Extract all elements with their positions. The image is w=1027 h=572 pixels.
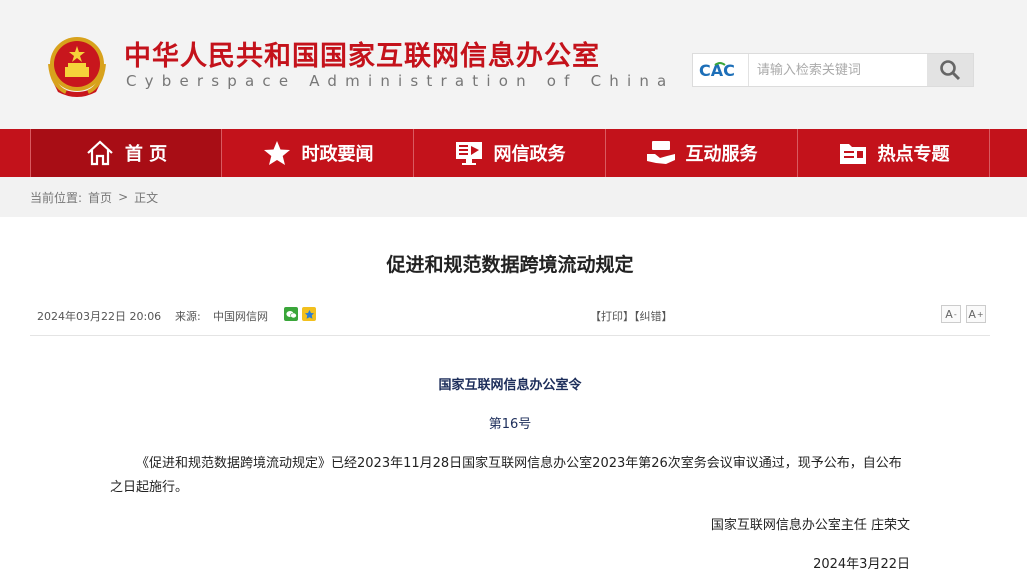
article-paragraph: 《促进和规范数据跨境流动规定》已经2023年11月28日国家互联网信息办公室20… xyxy=(110,456,902,495)
qzone-share-icon[interactable] xyxy=(302,307,316,321)
breadcrumb: 当前位置: 首页 > 正文 xyxy=(0,177,1027,217)
nav-item-label: 热点专题 xyxy=(877,144,950,165)
font-increase-button[interactable]: A + xyxy=(966,305,986,323)
order-heading: 国家互联网信息办公室令 xyxy=(438,378,582,393)
search-icon xyxy=(940,60,960,81)
font-decrease-label: A xyxy=(945,307,953,321)
search-button[interactable] xyxy=(926,54,973,86)
publish-date: 2024年03月22日 20:06 xyxy=(37,310,162,323)
search-input[interactable] xyxy=(748,54,927,86)
breadcrumb-label: 当前位置: xyxy=(30,190,83,205)
font-decrease-button[interactable]: A- xyxy=(941,305,961,323)
font-increase-label: A xyxy=(968,307,976,321)
cac-logo: CAC xyxy=(693,54,749,86)
nav-item-news[interactable]: 时政要闻 xyxy=(222,129,414,177)
nav-item-label: 时政要闻 xyxy=(301,144,374,165)
error-report-link[interactable]: 【纠错】 xyxy=(634,310,673,323)
article-title: 促进和规范数据跨境流动规定 xyxy=(386,254,634,276)
article-actions: 【打印】【纠错】 xyxy=(590,308,673,324)
source-label: 来源: xyxy=(175,310,201,323)
nav-item-services[interactable]: 互动服务 xyxy=(606,129,798,177)
breadcrumb-separator: > xyxy=(118,190,129,204)
nav-item-affairs[interactable]: 网信政务 xyxy=(414,129,606,177)
order-number: 第16号 xyxy=(488,417,532,432)
nav-item-label: 首 页 xyxy=(124,144,168,165)
article-meta: 2024年03月22日 20:06 来源: 中国网信网 【打印】【纠错】 A- … xyxy=(30,304,990,336)
nav-item-home[interactable]: 首 页 xyxy=(30,129,222,177)
monitor-icon xyxy=(454,138,484,168)
site-title: 中华人民共和国国家互联网信息办公室 xyxy=(124,41,600,72)
site-header: 中华人民共和国国家互联网信息办公室 Cyberspace Administrat… xyxy=(0,0,1027,129)
site-subtitle: Cyberspace Administration of China xyxy=(126,72,675,90)
breadcrumb-home-link[interactable]: 首页 xyxy=(88,189,112,206)
signature: 国家互联网信息办公室主任 庄荣文 xyxy=(710,518,910,533)
home-icon xyxy=(85,138,115,168)
star-icon xyxy=(262,138,292,168)
breadcrumb-current: 正文 xyxy=(134,190,159,205)
national-emblem-icon xyxy=(48,37,106,97)
nav-item-label: 网信政务 xyxy=(493,144,566,165)
nav-item-label: 互动服务 xyxy=(685,144,758,165)
main-nav: 首 页 时政要闻 网信政务 互动服务 热点专题 xyxy=(0,129,1027,177)
wechat-share-icon[interactable] xyxy=(284,307,298,321)
handshake-icon xyxy=(646,138,676,168)
nav-item-topics[interactable]: 热点专题 xyxy=(798,129,990,177)
signature-date: 2024年3月22日 xyxy=(813,557,910,572)
source-name: 中国网信网 xyxy=(213,310,268,323)
share-group xyxy=(284,307,316,321)
print-link[interactable]: 【打印】 xyxy=(590,310,634,323)
search-box: CAC xyxy=(692,53,974,87)
folder-icon xyxy=(838,138,868,168)
article: 促进和规范数据跨境流动规定 2024年03月22日 20:06 来源: 中国网信… xyxy=(30,250,990,572)
